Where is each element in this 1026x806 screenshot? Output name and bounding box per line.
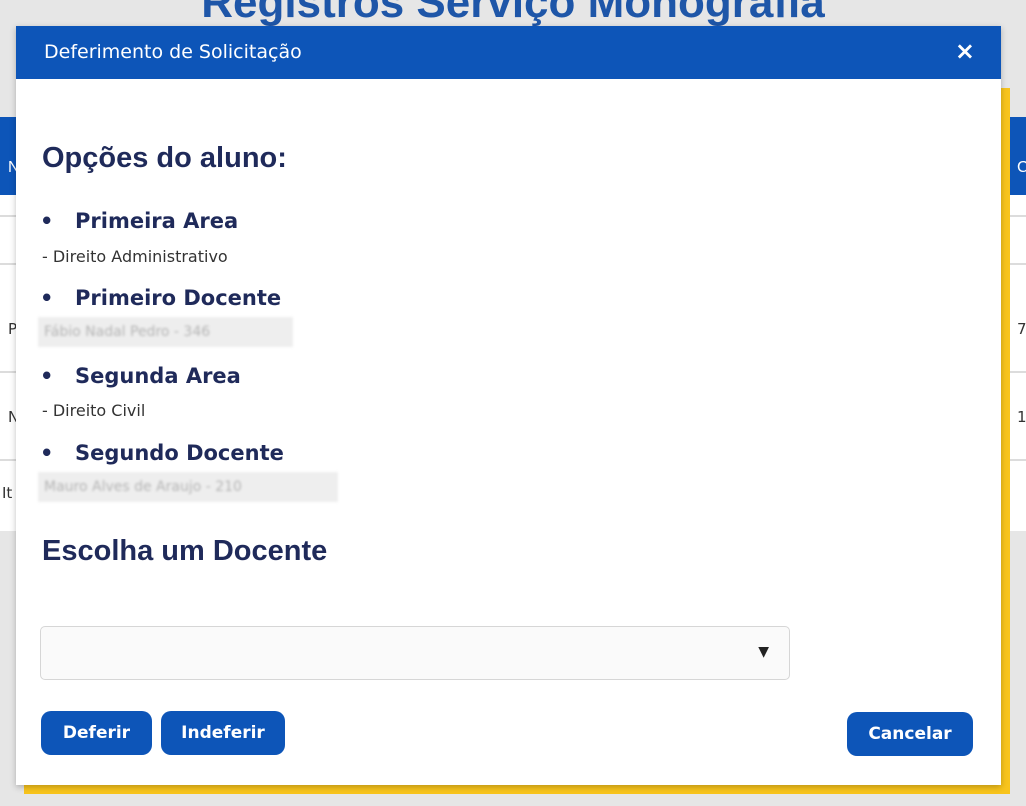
background-header-right: C <box>1017 159 1026 176</box>
background-row-right: 1 <box>1017 408 1026 426</box>
chevron-down-icon: ▼ <box>758 644 769 660</box>
option-label: Segundo Docente <box>75 441 284 465</box>
bullet-icon: • <box>40 364 54 388</box>
option-label: Primeiro Docente <box>75 286 282 310</box>
close-icon[interactable]: × <box>955 37 975 65</box>
reject-button[interactable]: Indeferir <box>161 711 285 755</box>
option-second-area-value: - Direito Civil <box>42 401 146 420</box>
bullet-icon: • <box>40 209 54 233</box>
background-page-title: Registros Serviço Monografia <box>201 0 825 27</box>
teacher-select[interactable]: ▼ <box>40 626 790 680</box>
option-label: Primeira Area <box>75 209 239 233</box>
option-label: Segunda Area <box>75 364 241 388</box>
bullet-icon: • <box>40 286 54 310</box>
page: Registros Serviço Monografia N C P 7 N 1… <box>0 0 1026 806</box>
background-footer-text: It <box>2 484 13 502</box>
option-first-teacher: • Primeiro Docente <box>40 286 281 310</box>
student-options-heading: Opções do aluno: <box>42 142 287 174</box>
modal-header: Deferimento de Solicitação × <box>16 26 1001 79</box>
option-second-teacher: • Segundo Docente <box>40 441 284 465</box>
option-second-teacher-value: Mauro Alves de Araujo - 210 <box>38 472 338 502</box>
bullet-icon: • <box>40 441 54 465</box>
option-first-area: • Primeira Area <box>40 209 238 233</box>
option-first-teacher-value: Fábio Nadal Pedro - 346 <box>38 317 293 347</box>
deferment-modal: Deferimento de Solicitação × Opções do a… <box>16 26 1001 785</box>
approve-button[interactable]: Deferir <box>41 711 152 755</box>
option-first-area-value: - Direito Administrativo <box>42 247 228 266</box>
cancel-button[interactable]: Cancelar <box>847 712 973 756</box>
choose-teacher-heading: Escolha um Docente <box>42 535 328 567</box>
background-row-right: 7 <box>1017 320 1026 338</box>
option-second-area: • Segunda Area <box>40 364 241 388</box>
modal-title: Deferimento de Solicitação <box>44 41 302 63</box>
